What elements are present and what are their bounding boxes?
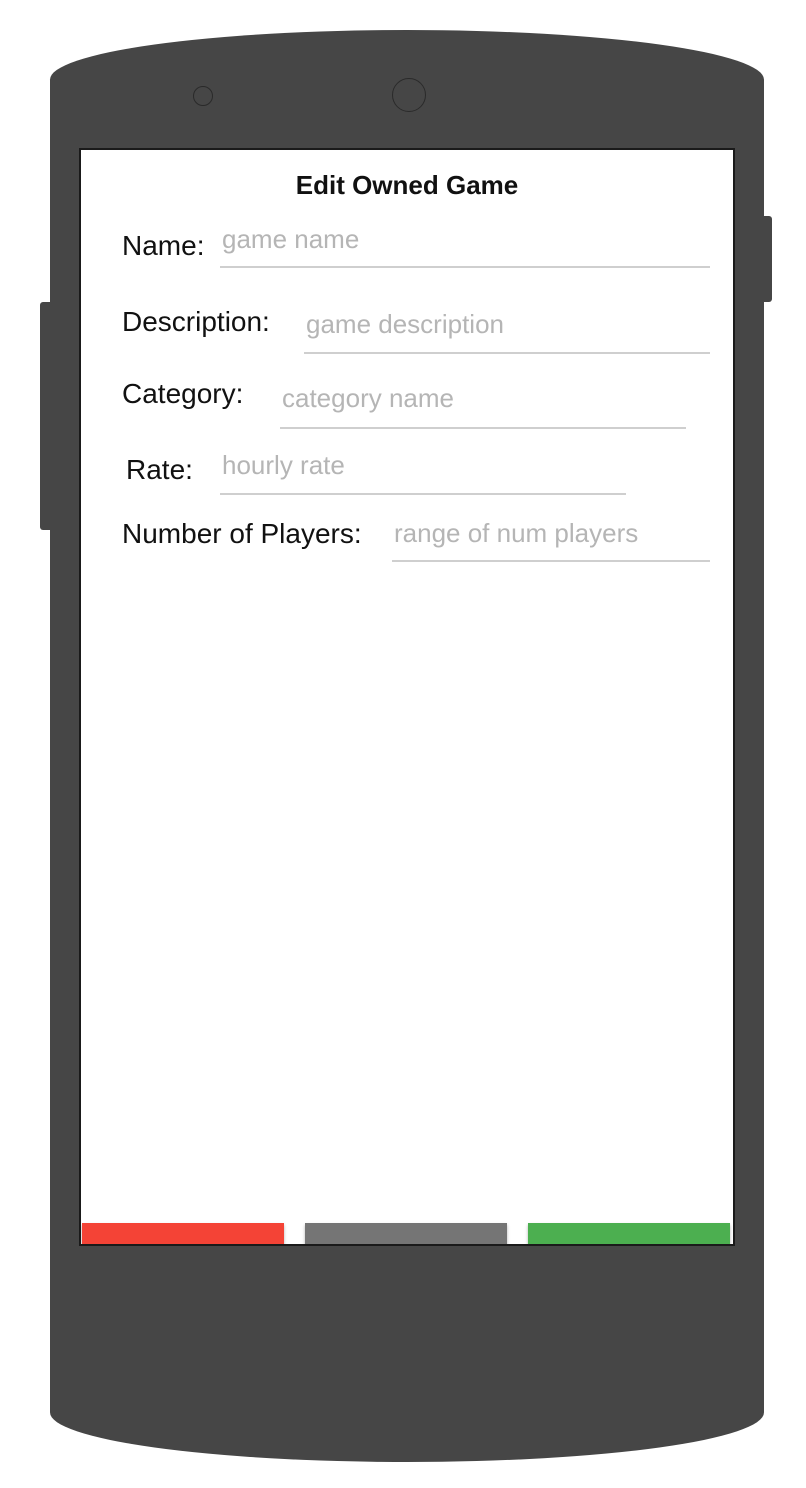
rate-input[interactable] xyxy=(220,446,626,495)
category-label: Category: xyxy=(122,378,244,409)
front-camera-icon xyxy=(392,78,426,112)
app-screen: Edit Owned Game Name: Description: Categ… xyxy=(79,148,735,1246)
cancel-button[interactable]: Cancel xyxy=(305,1223,507,1244)
players-label: Number of Players: xyxy=(122,518,362,549)
save-button[interactable]: Save xyxy=(528,1223,730,1244)
power-button xyxy=(760,216,772,302)
sensor-icon xyxy=(193,86,213,106)
name-input[interactable] xyxy=(220,220,710,268)
description-label: Description: xyxy=(122,306,270,337)
page-title: Edit Owned Game xyxy=(295,170,519,200)
name-label: Name: xyxy=(122,230,205,261)
category-input[interactable] xyxy=(280,378,686,429)
delete-button[interactable]: Delete xyxy=(82,1223,284,1244)
description-input[interactable] xyxy=(304,304,710,354)
rate-label: Rate: xyxy=(126,454,193,485)
players-input[interactable] xyxy=(392,514,710,562)
volume-button xyxy=(40,302,54,530)
